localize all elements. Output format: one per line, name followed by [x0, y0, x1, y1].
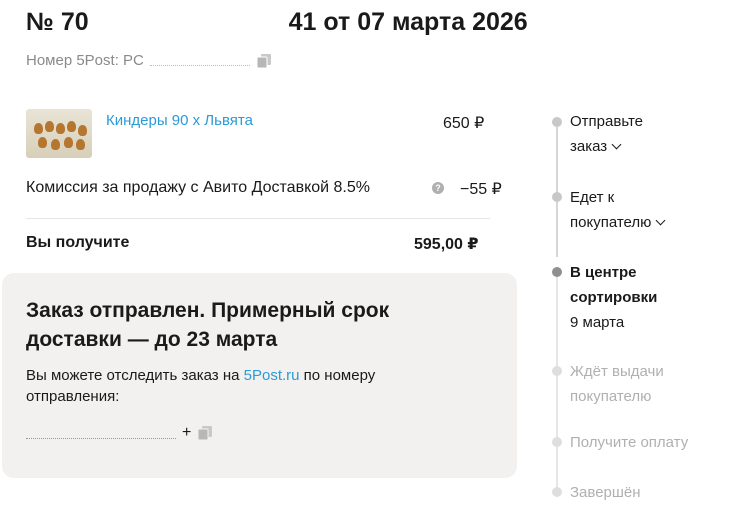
tracking-number-tail: + [182, 424, 192, 441]
timeline-dot-current [552, 267, 562, 277]
timeline-dot [552, 487, 562, 497]
copy-icon[interactable] [256, 53, 272, 69]
tracking-info-before: Вы можете отследить заказ на [26, 367, 244, 384]
step-label: покупателю [570, 214, 652, 231]
chevron-down-icon [611, 139, 622, 150]
step-label: Едет к [570, 189, 615, 206]
total-label: Вы получите [26, 234, 130, 251]
step-label: Получите оплату [570, 434, 689, 451]
chevron-down-icon [655, 215, 666, 226]
commission-label: Комиссия за продажу с Авито Доставкой 8.… [26, 179, 370, 196]
status-heading: Заказ отправлен. Примерный срок доставки… [26, 299, 390, 351]
item-price: 650 ₽ [443, 115, 485, 132]
timeline-step-awaiting-pickup: Ждёт выдачи покупателю [570, 359, 664, 409]
timeline-step-get-payment: Получите оплату [570, 430, 688, 455]
post-number-label: Номер 5Post: PC [26, 52, 144, 69]
step-label: заказ [570, 138, 608, 155]
timeline-dot [552, 192, 562, 202]
tracking-number: + [26, 424, 213, 442]
redacted-post-number [149, 55, 250, 66]
step-label: покупателю [570, 388, 652, 405]
order-title-end: 41 от 07 марта 2026 [288, 8, 528, 36]
help-icon[interactable]: ? [432, 182, 444, 194]
step-label: В центре [570, 264, 637, 281]
item-thumbnail[interactable] [26, 109, 92, 158]
redacted-order-number [88, 14, 289, 33]
total-value: 595,00 ₽ [414, 236, 479, 253]
tracking-info: Вы можете отследить заказ на 5Post.ru по… [26, 365, 456, 407]
post-number: Номер 5Post: PC [26, 52, 272, 69]
step-label: сортировки [570, 289, 658, 306]
timeline-dot [552, 437, 562, 447]
timeline-step-send-order[interactable]: Отправьте заказ [570, 109, 643, 159]
order-title-start: № 70 [26, 8, 89, 36]
timeline-step-sorting-center: В центре сортировки 9 марта [570, 260, 657, 335]
redacted-tracking-number [26, 427, 176, 439]
step-label: Ждёт выдачи [570, 363, 664, 380]
step-label: Завершён [570, 484, 641, 501]
step-label: Отправьте [570, 113, 644, 130]
step-date: 9 марта [570, 314, 625, 331]
timeline-dot [552, 366, 562, 376]
order-title: № 70 41 от 07 марта 2026 [26, 8, 528, 37]
copy-icon[interactable] [197, 425, 213, 441]
timeline-line-future [556, 275, 558, 495]
tracking-site-link[interactable]: 5Post.ru [244, 367, 300, 384]
divider [26, 218, 490, 219]
timeline-step-in-transit[interactable]: Едет к покупателю [570, 185, 666, 235]
commission-value: −55 ₽ [460, 181, 502, 198]
item-name-link[interactable]: Киндеры 90 х Львята [106, 112, 253, 129]
timeline-dot [552, 117, 562, 127]
timeline-step-completed: Завершён [570, 480, 641, 505]
